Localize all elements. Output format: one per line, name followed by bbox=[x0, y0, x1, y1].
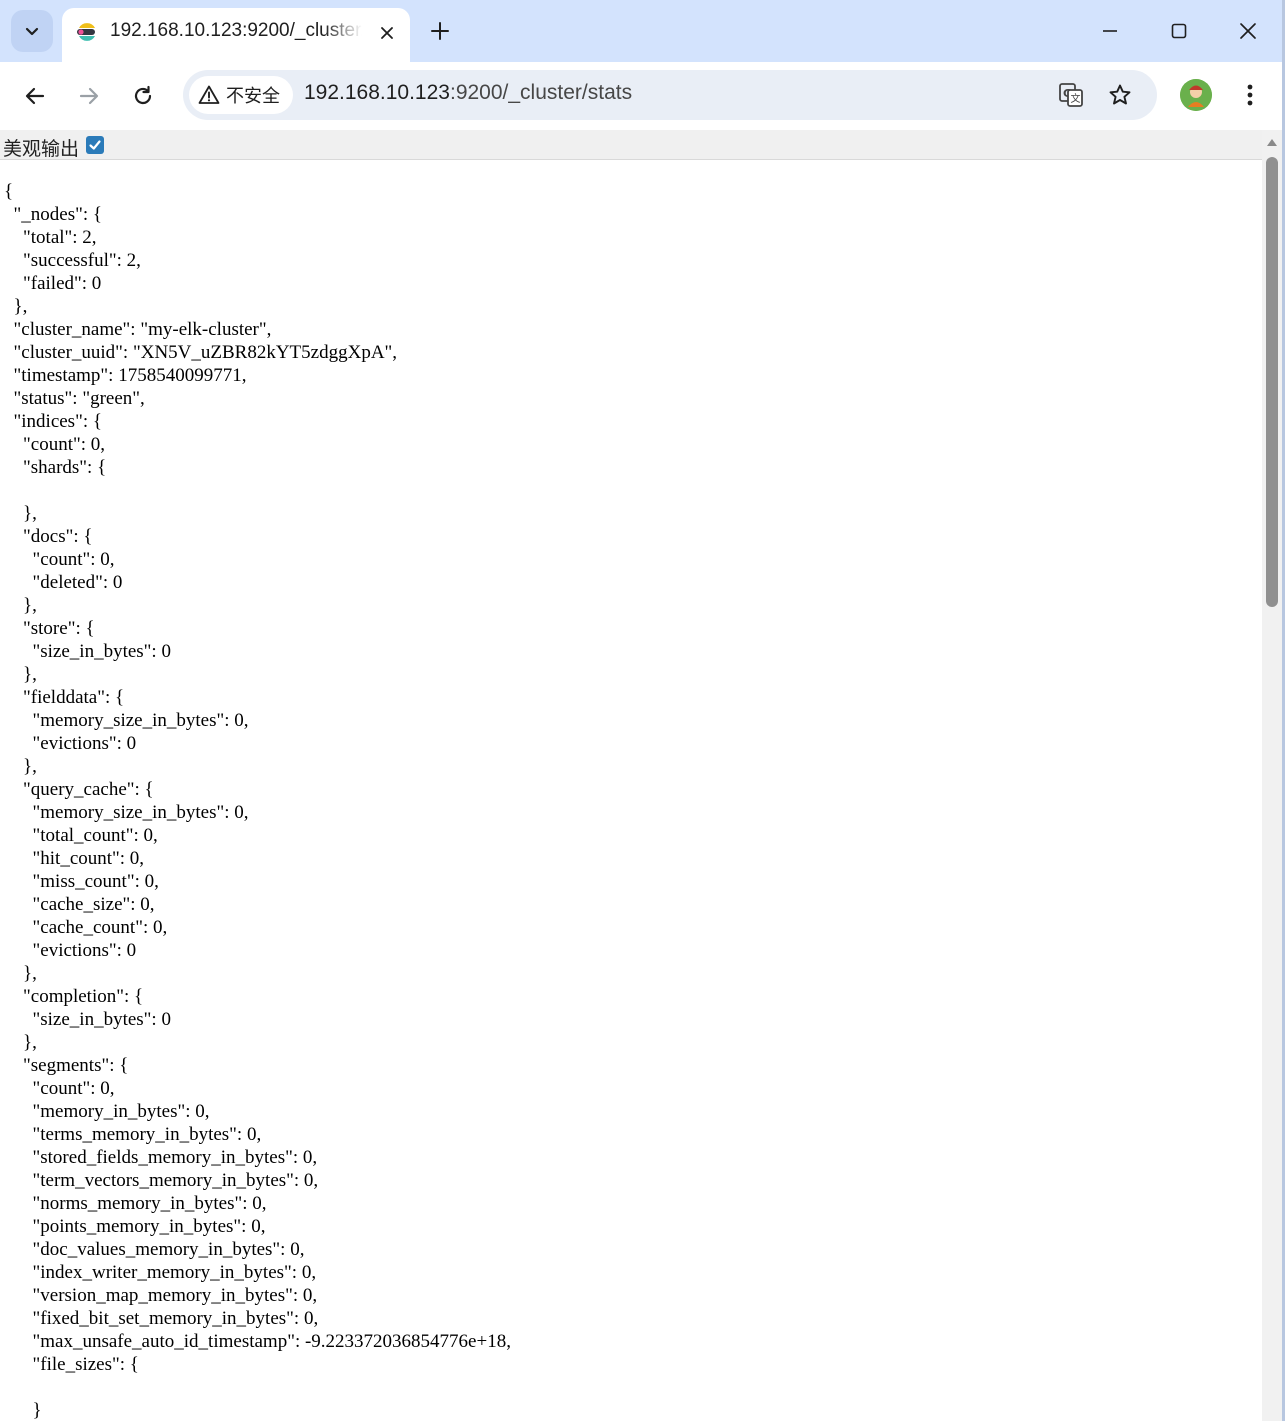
json-line: "timestamp": 1758540099771, bbox=[4, 365, 247, 386]
window-close-button[interactable] bbox=[1225, 12, 1271, 50]
security-chip[interactable]: 不安全 bbox=[189, 76, 293, 114]
json-line: "query_cache": { bbox=[4, 779, 154, 800]
json-line: "cluster_uuid": "XN5V_uZBR82kYT5zdggXpA"… bbox=[4, 342, 398, 363]
json-line: "cluster_name": "my-elk-cluster", bbox=[4, 319, 272, 340]
active-tab[interactable]: 192.168.10.123:9200/_cluster/stats bbox=[62, 8, 410, 62]
new-tab-button[interactable] bbox=[426, 17, 454, 45]
json-line: "doc_values_memory_in_bytes": 0, bbox=[4, 1239, 305, 1260]
json-line: "version_map_memory_in_bytes": 0, bbox=[4, 1285, 318, 1306]
json-line: "indices": { bbox=[4, 411, 102, 432]
pretty-print-label: 美观输出 bbox=[3, 138, 80, 160]
url-host: 192.168.10.123 bbox=[304, 81, 450, 104]
json-line: "completion": { bbox=[4, 986, 144, 1007]
json-line: } bbox=[4, 1400, 42, 1421]
checkmark-icon bbox=[89, 140, 101, 150]
reload-button[interactable] bbox=[125, 78, 161, 114]
browser-toolbar: 不安全 192.168.10.123:9200/_cluster/stats G… bbox=[0, 62, 1285, 130]
scroll-thumb[interactable] bbox=[1266, 157, 1278, 607]
json-line: }, bbox=[4, 756, 37, 777]
json-line: "memory_in_bytes": 0, bbox=[4, 1101, 210, 1122]
json-line: }, bbox=[4, 664, 37, 685]
vertical-scrollbar[interactable] bbox=[1262, 130, 1282, 1421]
minimize-icon bbox=[1103, 30, 1117, 32]
json-line: "docs": { bbox=[4, 526, 93, 547]
tab-close-button[interactable] bbox=[374, 20, 400, 46]
tab-search-button[interactable] bbox=[11, 10, 53, 52]
json-line: "index_writer_memory_in_bytes": 0, bbox=[4, 1262, 317, 1283]
json-line: }, bbox=[4, 963, 37, 984]
json-line: "cache_count": 0, bbox=[4, 917, 168, 938]
json-line: "fixed_bit_set_memory_in_bytes": 0, bbox=[4, 1308, 319, 1329]
json-line: "shards": { bbox=[4, 457, 107, 478]
minimize-button[interactable] bbox=[1087, 12, 1133, 50]
url-text[interactable]: 192.168.10.123:9200/_cluster/stats bbox=[304, 81, 632, 105]
close-icon bbox=[381, 27, 393, 39]
tab-title: 192.168.10.123:9200/_cluster/stats bbox=[110, 20, 362, 41]
reload-icon bbox=[134, 85, 152, 105]
arrow-right-icon bbox=[79, 87, 99, 105]
json-line: "total": 2, bbox=[4, 227, 97, 248]
more-vert-icon[interactable] bbox=[1236, 79, 1264, 111]
json-line: "terms_memory_in_bytes": 0, bbox=[4, 1124, 262, 1145]
json-line: "count": 0, bbox=[4, 1078, 115, 1099]
json-line: "norms_memory_in_bytes": 0, bbox=[4, 1193, 267, 1214]
json-line: "evictions": 0 bbox=[4, 733, 137, 754]
back-button[interactable] bbox=[17, 78, 53, 114]
json-line: "_nodes": { bbox=[4, 204, 103, 225]
maximize-icon bbox=[1171, 23, 1187, 39]
json-line: "evictions": 0 bbox=[4, 940, 137, 961]
plus-icon bbox=[431, 22, 449, 40]
json-line: "count": 0, bbox=[4, 434, 106, 455]
json-line: "fielddata": { bbox=[4, 687, 125, 708]
arrow-left-icon bbox=[25, 87, 45, 105]
json-line: "successful": 2, bbox=[4, 250, 141, 271]
url-path: :9200/_cluster/stats bbox=[449, 81, 633, 104]
json-line: }, bbox=[4, 1032, 37, 1053]
json-line: "size_in_bytes": 0 bbox=[4, 641, 171, 662]
json-line: "memory_size_in_bytes": 0, bbox=[4, 710, 249, 731]
json-line: "term_vectors_memory_in_bytes": 0, bbox=[4, 1170, 319, 1191]
google-translate-icon[interactable]: G 文 bbox=[1057, 81, 1085, 109]
json-line: "status": "green", bbox=[4, 388, 145, 409]
json-line: "memory_size_in_bytes": 0, bbox=[4, 802, 249, 823]
json-line: "failed": 0 bbox=[4, 273, 102, 294]
json-line: "segments": { bbox=[4, 1055, 129, 1076]
json-line: }, bbox=[4, 296, 28, 317]
json-line: "size_in_bytes": 0 bbox=[4, 1009, 171, 1030]
json-line: "store": { bbox=[4, 618, 95, 639]
warning-icon bbox=[198, 84, 220, 106]
pretty-print-bar: 美观输出 bbox=[0, 130, 1262, 160]
json-line: "file_sizes": { bbox=[4, 1354, 139, 1375]
json-line: "points_memory_in_bytes": 0, bbox=[4, 1216, 266, 1237]
security-label: 不安全 bbox=[226, 86, 280, 106]
json-line: "hit_count": 0, bbox=[4, 848, 145, 869]
page-content: 美观输出 { "_nodes": { "total": 2, "successf… bbox=[0, 130, 1285, 1421]
forward-button[interactable] bbox=[71, 78, 107, 114]
scroll-up-arrow-icon[interactable] bbox=[1265, 136, 1279, 148]
json-output: { "_nodes": { "total": 2, "successful": … bbox=[4, 180, 511, 1422]
json-line: "deleted": 0 bbox=[4, 572, 123, 593]
svg-text:文: 文 bbox=[1071, 92, 1081, 105]
json-line: "total_count": 0, bbox=[4, 825, 158, 846]
pretty-print-checkbox[interactable] bbox=[86, 136, 104, 154]
json-line: }, bbox=[4, 595, 37, 616]
chevron-down-icon bbox=[25, 27, 39, 36]
star-icon[interactable] bbox=[1106, 81, 1134, 109]
maximize-button[interactable] bbox=[1156, 12, 1202, 50]
elasticsearch-icon bbox=[77, 23, 95, 41]
json-line: "cache_size": 0, bbox=[4, 894, 155, 915]
json-line: { bbox=[4, 181, 14, 202]
tab-strip: 192.168.10.123:9200/_cluster/stats bbox=[0, 0, 1285, 62]
profile-avatar[interactable] bbox=[1180, 79, 1212, 111]
json-line: }, bbox=[4, 503, 37, 524]
json-line: "stored_fields_memory_in_bytes": 0, bbox=[4, 1147, 318, 1168]
json-line: "count": 0, bbox=[4, 549, 115, 570]
address-bar[interactable]: 不安全 192.168.10.123:9200/_cluster/stats G… bbox=[183, 70, 1157, 120]
close-icon bbox=[1240, 23, 1256, 39]
json-line: "max_unsafe_auto_id_timestamp": -9.22337… bbox=[4, 1331, 511, 1352]
json-line: "miss_count": 0, bbox=[4, 871, 159, 892]
